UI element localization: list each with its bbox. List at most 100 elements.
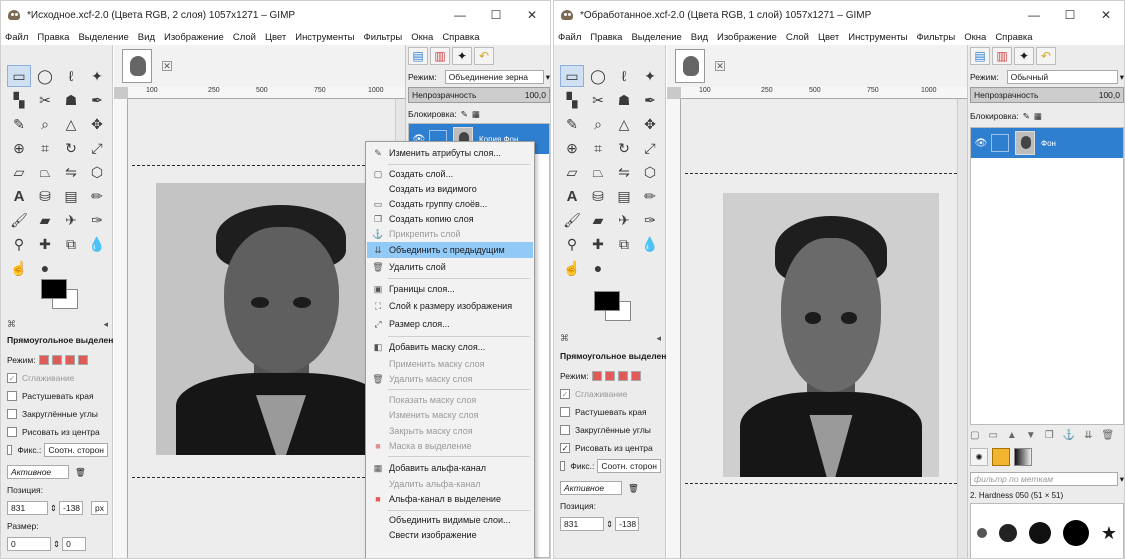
menu-edit[interactable]: Правка <box>590 32 622 43</box>
mode-subtract-icon[interactable] <box>617 371 628 381</box>
feather-row[interactable]: Растушевать края <box>7 387 108 405</box>
menu-select[interactable]: Выделение <box>78 32 128 43</box>
undo-tab-icon[interactable]: ↶ <box>474 47 494 65</box>
pencil-icon[interactable]: ✏ <box>85 185 109 207</box>
chevron-down-icon[interactable]: ▾ <box>1120 72 1124 83</box>
menu-item-new-group[interactable]: ▭ Создать группу слоёв... <box>367 196 533 212</box>
fixed-select[interactable]: Соотн. сторон <box>44 443 108 457</box>
rounded-checkbox[interactable] <box>7 409 17 419</box>
layers-tab-icon[interactable]: ▤ <box>970 47 990 65</box>
zoom-icon[interactable]: ⌕ <box>586 113 610 135</box>
rotate-icon[interactable]: ↻ <box>612 137 636 159</box>
panel-menu-icon[interactable]: ◂ <box>103 319 108 330</box>
menu-item-boundary-size[interactable]: ▣ Границы слоя... <box>367 281 533 297</box>
rounded-checkbox[interactable] <box>560 425 570 435</box>
menu-help[interactable]: Справка <box>995 32 1032 43</box>
mode-subtract-icon[interactable] <box>64 355 75 365</box>
antialias-row[interactable]: ✓ Сглаживание <box>7 369 108 387</box>
fg-bg-colors[interactable] <box>41 279 81 315</box>
menu-layer[interactable]: Слой <box>233 32 256 43</box>
panel-menu-icon[interactable]: ◂ <box>656 333 661 344</box>
brush-icon[interactable] <box>1028 522 1051 544</box>
paintbrush-icon[interactable]: 🖌 <box>560 209 584 231</box>
feather-checkbox[interactable] <box>560 407 570 417</box>
opacity-slider[interactable]: Непрозрачность 100,0 <box>408 87 550 103</box>
maximize-button[interactable]: ☐ <box>1052 1 1088 29</box>
menu-item-remove-alpha[interactable]: Удалить альфа-канал <box>367 476 533 492</box>
menu-item-new-from-visible[interactable]: Создать из видимого <box>367 181 533 197</box>
fixed-row[interactable]: Фикс.: Соотн. сторон <box>7 441 108 459</box>
paths-icon[interactable]: ✒ <box>638 89 662 111</box>
smudge-icon[interactable]: ☝ <box>7 257 31 279</box>
spin-icon[interactable]: ⇕ <box>606 519 613 530</box>
layer-name[interactable]: Фон <box>1041 139 1056 148</box>
measure-icon[interactable]: △ <box>612 113 636 135</box>
rounded-row[interactable]: Закруглённые углы <box>560 421 661 439</box>
text-icon[interactable]: A <box>560 185 584 207</box>
menu-file[interactable]: Файл <box>5 32 28 43</box>
menu-item-duplicate[interactable]: ❐ Создать копию слоя <box>367 211 533 227</box>
minimize-button[interactable]: — <box>442 1 478 29</box>
menu-item-scale-layer[interactable]: ⤢ Размер слоя... <box>367 316 533 332</box>
image-viewport[interactable] <box>681 99 967 558</box>
fg-bg-colors[interactable] <box>594 291 634 327</box>
crop-icon[interactable]: ⌗ <box>33 137 57 159</box>
lasso-icon[interactable]: ℓ <box>59 65 83 87</box>
shear-icon[interactable]: ▱ <box>7 161 31 183</box>
paths-tab-icon[interactable]: ✦ <box>1014 47 1034 65</box>
paintbrush-icon[interactable]: 🖌 <box>7 209 31 231</box>
fuzzy-select-icon[interactable]: ✦ <box>638 65 662 87</box>
lasso-icon[interactable]: ℓ <box>612 65 636 87</box>
layer-mode-select[interactable]: Объединение зерна <box>444 70 544 84</box>
menu-layer[interactable]: Слой <box>786 32 809 43</box>
tool-options-tab-icon[interactable]: ⌘ <box>560 333 569 344</box>
ellipse-select-icon[interactable]: ◯ <box>33 65 57 87</box>
fixed-row[interactable]: Фикс.: Соотн. сторон <box>560 457 661 475</box>
feather-row[interactable]: Растушевать края <box>560 403 661 421</box>
brushes-tab-icon[interactable]: ✺ <box>970 448 988 466</box>
menu-view[interactable]: Вид <box>691 32 708 43</box>
chain-icon[interactable] <box>991 134 1009 152</box>
menu-image[interactable]: Изображение <box>164 32 224 43</box>
menu-item-delete-layer[interactable]: 🗑 Удалить слой <box>367 259 533 275</box>
eraser-icon[interactable]: ▰ <box>33 209 57 231</box>
position-x-input[interactable]: 831 <box>7 501 48 515</box>
opacity-value[interactable]: 100,0 <box>525 90 546 100</box>
menu-windows[interactable]: Окна <box>964 32 986 43</box>
active-field[interactable]: Активное <box>7 465 69 479</box>
color-picker-icon[interactable]: ✎ <box>7 113 31 135</box>
color-select-icon[interactable]: ▚ <box>7 89 31 111</box>
visibility-eye-icon[interactable]: 👁 <box>971 138 991 149</box>
gradient-icon[interactable]: ▤ <box>612 185 636 207</box>
channels-tab-icon[interactable]: ▥ <box>992 47 1012 65</box>
raise-layer-icon[interactable]: ▲ <box>1007 430 1017 441</box>
ink-icon[interactable]: ✑ <box>85 209 109 231</box>
menu-filters[interactable]: Фильтры <box>363 32 402 43</box>
from-center-row[interactable]: Рисовать из центра <box>7 423 108 441</box>
antialias-checkbox[interactable]: ✓ <box>7 373 17 383</box>
from-center-row[interactable]: ✓ Рисовать из центра <box>560 439 661 457</box>
star-brush-icon[interactable]: ★ <box>1101 523 1117 544</box>
crop-icon[interactable]: ⌗ <box>586 137 610 159</box>
color-picker-icon[interactable]: ✎ <box>560 113 584 135</box>
feather-checkbox[interactable] <box>7 391 17 401</box>
lock-pixels-icon[interactable]: ✎ <box>1023 111 1030 122</box>
menu-item-new-layer[interactable]: ▢ Создать слой... <box>367 166 533 182</box>
chevron-down-icon[interactable]: ▾ <box>546 72 550 83</box>
rotate-icon[interactable]: ↻ <box>59 137 83 159</box>
perspective-icon[interactable]: ⏢ <box>586 161 610 183</box>
lock-pixels-icon[interactable]: ✎ <box>461 109 468 120</box>
scale-icon[interactable]: ⤢ <box>638 137 662 159</box>
rect-select-icon[interactable]: ▭ <box>560 65 584 87</box>
mode-add-icon[interactable] <box>51 355 62 365</box>
image-viewport[interactable] <box>128 99 405 558</box>
image-tab-thumbnail[interactable] <box>675 49 705 83</box>
fixed-checkbox[interactable] <box>560 461 566 471</box>
titlebar[interactable]: *Исходное.xcf-2.0 (Цвета RGB, 2 слоя) 10… <box>1 1 550 29</box>
heal-icon[interactable]: ✚ <box>33 233 57 255</box>
anchor-icon[interactable]: ⚓ <box>1063 430 1075 441</box>
brush-icon[interactable] <box>1062 520 1089 546</box>
menu-help[interactable]: Справка <box>442 32 479 43</box>
menu-file[interactable]: Файл <box>558 32 581 43</box>
gradients-tab-icon[interactable] <box>1014 448 1032 466</box>
